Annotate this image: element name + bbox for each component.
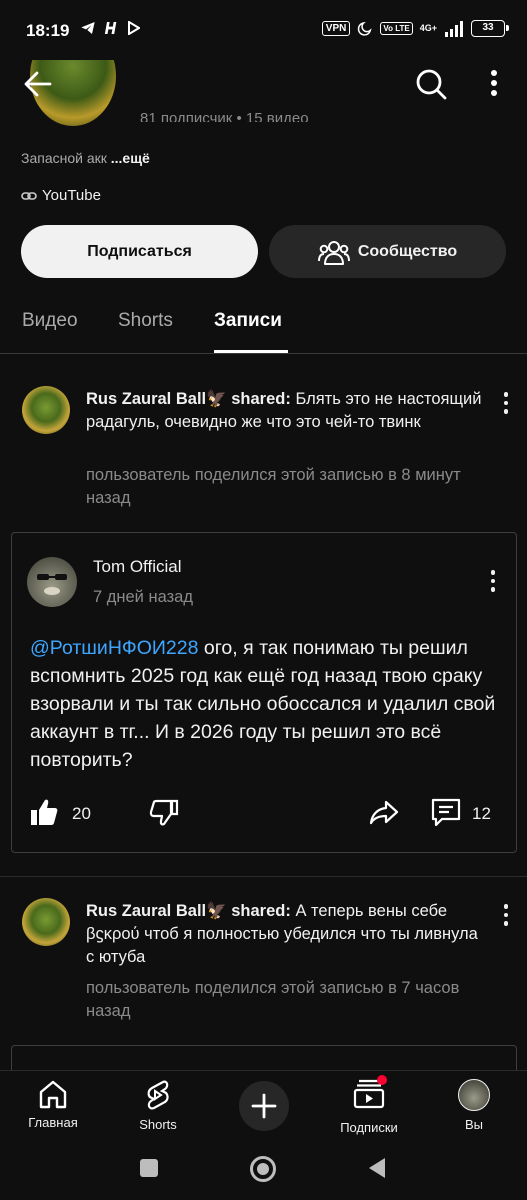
post-author-avatar[interactable] — [22, 386, 70, 434]
shorts-icon — [147, 1080, 169, 1110]
moon-icon — [358, 21, 372, 36]
vpn-badge: VPN — [321, 21, 351, 36]
app-h-icon — [104, 22, 117, 34]
back-system-button[interactable] — [367, 1157, 387, 1184]
dislike-button[interactable] — [148, 796, 180, 832]
post-share-meta: пользователь поделился этой записью в 7 … — [86, 979, 460, 1020]
nav-home-label: Главная — [28, 1115, 78, 1130]
telegram-icon — [81, 22, 95, 34]
subscriptions-icon-wrap — [353, 1075, 387, 1114]
thumbs-down-icon — [149, 799, 179, 826]
bottom-navigation: Главная Shorts Подписки Вы — [0, 1070, 527, 1142]
link-icon — [21, 191, 37, 200]
more-link[interactable]: ...ещё — [111, 150, 150, 166]
tab-videos[interactable]: Видео — [22, 310, 78, 332]
like-count: 20 — [72, 804, 91, 823]
play-store-icon — [128, 21, 140, 35]
comment-count: 12 — [472, 804, 491, 823]
triangle-back-icon — [369, 1158, 385, 1178]
description-text: Запасной акк — [21, 150, 107, 166]
share-icon — [369, 800, 399, 825]
quoted-post-menu-button[interactable] — [483, 566, 503, 596]
status-time: 18:19 — [26, 21, 70, 40]
post-text: Rus Zaural Ball🦅 shared: Блять это не на… — [86, 388, 486, 434]
nav-subscriptions[interactable]: Подписки — [324, 1075, 414, 1135]
status-left-icons — [80, 20, 140, 36]
quoted-post-date: 7 дней назад — [93, 588, 193, 606]
post-author-avatar[interactable] — [22, 898, 70, 946]
more-options-button[interactable] — [478, 66, 510, 102]
mention-link[interactable]: @РотшиНФОИ228 — [30, 637, 198, 659]
recent-apps-button[interactable] — [140, 1159, 158, 1177]
channel-link[interactable]: YouTube — [21, 187, 101, 204]
more-vertical-icon — [491, 70, 497, 96]
status-right-icons: VPN Vo LTE 4G+ 33 — [321, 20, 509, 37]
post-menu-button[interactable] — [496, 388, 516, 418]
post-text: Rus Zaural Ball🦅 shared: А теперь вены с… — [86, 900, 486, 969]
notification-dot — [377, 1075, 387, 1085]
nav-you[interactable]: Вы — [429, 1079, 519, 1132]
volte-badge: Vo LTE — [380, 22, 413, 35]
like-button[interactable] — [28, 796, 60, 832]
nav-shorts-label: Shorts — [139, 1117, 177, 1132]
arrow-left-icon — [24, 71, 52, 97]
back-button[interactable] — [20, 66, 56, 102]
home-icon — [39, 1080, 67, 1109]
community-icon — [317, 240, 350, 265]
comments-button[interactable] — [430, 796, 462, 832]
channel-subscriber-info: 81 подписчик • 15 видео — [140, 110, 309, 122]
post-menu-button[interactable] — [496, 900, 516, 930]
search-button[interactable] — [413, 66, 449, 102]
post-author[interactable]: Rus Zaural Ball🦅 shared: — [86, 902, 291, 920]
plus-icon — [251, 1093, 277, 1119]
status-bar: 18:19 VPN Vo LTE 4G+ 33 — [0, 0, 527, 62]
post-share-meta: пользователь поделился этой записью в 8 … — [86, 466, 461, 507]
channel-description[interactable]: Запасной акк ...ещё — [21, 150, 150, 166]
nav-subscriptions-label: Подписки — [340, 1120, 398, 1135]
nav-shorts[interactable]: Shorts — [113, 1079, 203, 1132]
quoted-author-avatar[interactable] — [27, 557, 77, 607]
community-label: Сообщество — [357, 242, 458, 260]
network-type: 4G+ — [419, 23, 437, 33]
thumbs-up-icon — [31, 799, 58, 825]
profile-avatar — [458, 1079, 490, 1111]
search-icon — [416, 69, 447, 100]
post-author[interactable]: Rus Zaural Ball🦅 shared: — [86, 390, 291, 408]
signal-icon — [445, 20, 463, 37]
tab-shorts[interactable]: Shorts — [118, 310, 173, 332]
tab-posts[interactable]: Записи — [214, 310, 282, 332]
battery-indicator: 33 — [471, 20, 509, 37]
system-navigation-bar — [0, 1142, 527, 1200]
post-divider — [0, 876, 527, 877]
nav-home[interactable]: Главная — [8, 1079, 98, 1130]
share-button[interactable] — [368, 796, 400, 832]
home-system-button[interactable] — [250, 1156, 276, 1182]
comment-icon — [431, 798, 461, 827]
tabs-divider — [0, 353, 527, 354]
quoted-author-name[interactable]: Tom Official — [93, 557, 182, 577]
nav-you-label: Вы — [464, 1117, 483, 1132]
community-button[interactable]: Сообщество — [269, 225, 506, 278]
create-button[interactable] — [239, 1081, 289, 1131]
quoted-post-text: @РотшиНФОИ228 ого, я так понимаю ты реши… — [30, 634, 500, 774]
subscribe-label: Подписаться — [87, 242, 192, 260]
channel-link-label: YouTube — [42, 187, 101, 204]
subscribe-button[interactable]: Подписаться — [21, 225, 258, 278]
